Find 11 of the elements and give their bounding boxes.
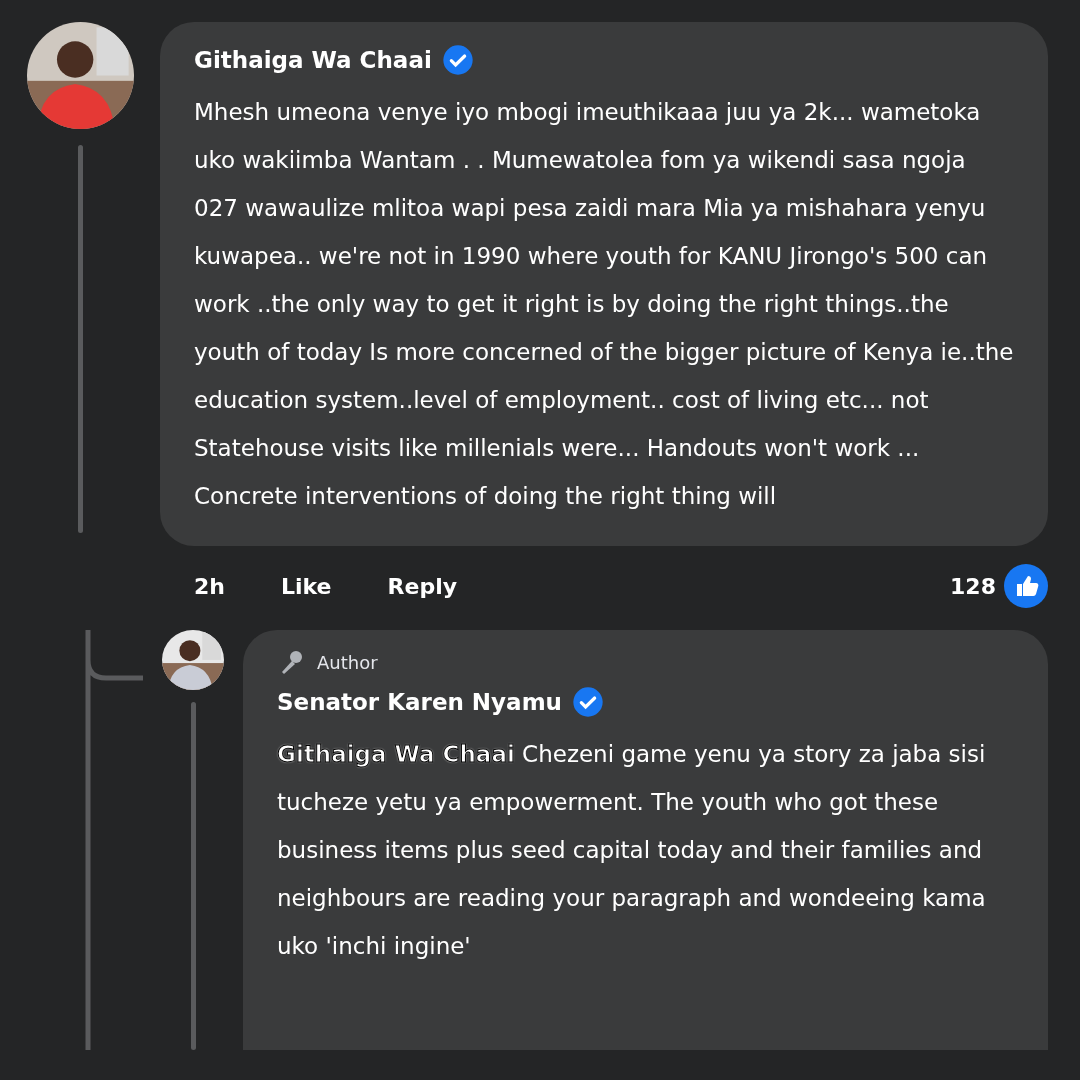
action-link[interactable]: Like xyxy=(281,573,332,599)
action-link[interactable]: Reply xyxy=(387,573,457,599)
author-label: Author xyxy=(317,651,378,673)
author-name[interactable]: Senator Karen Nyamu xyxy=(277,689,562,715)
author-name[interactable]: Githaiga Wa Chaai xyxy=(194,47,432,73)
reply-text: Githaiga Wa Chaai Chezeni game yenu ya story za jaba sisi tucheze yetu ya empowerment. The youth who got these business items plus seed capital today and their families and neighbours are reading your paragraph and wondeeing kama uko 'inchi ingine' xyxy=(277,740,987,961)
thumbs-up-icon[interactable] xyxy=(1004,564,1048,608)
comment-text: Mhesh umeona venye iyo mbogi imeuthikaaa juu ya 2k... wametoka uko wakiimba Wantam . . Mumewatolea fom ya wikendi sasa ngoja 027 wawaulize mlitoa wapi pesa zaidi mara Mia ya mishahara yenyu kuwapea.. we're not in 1990 where youth for KANU Jirongo's 500 can work ..the only way to get it right is by doing the right things..the youth of today Is more concerned of the bigger picture of Kenya ie..the education system..level of employment.. cost of living etc... not Statehouse visits like millenials were... Handouts won't work ... Concrete interventions of doing the right thing will xyxy=(194,98,1014,511)
timestamp[interactable]: 2h xyxy=(194,573,225,599)
mention-link[interactable]: Githaiga Wa Chaai xyxy=(277,741,515,767)
reaction-count[interactable]: 128 xyxy=(950,573,996,599)
